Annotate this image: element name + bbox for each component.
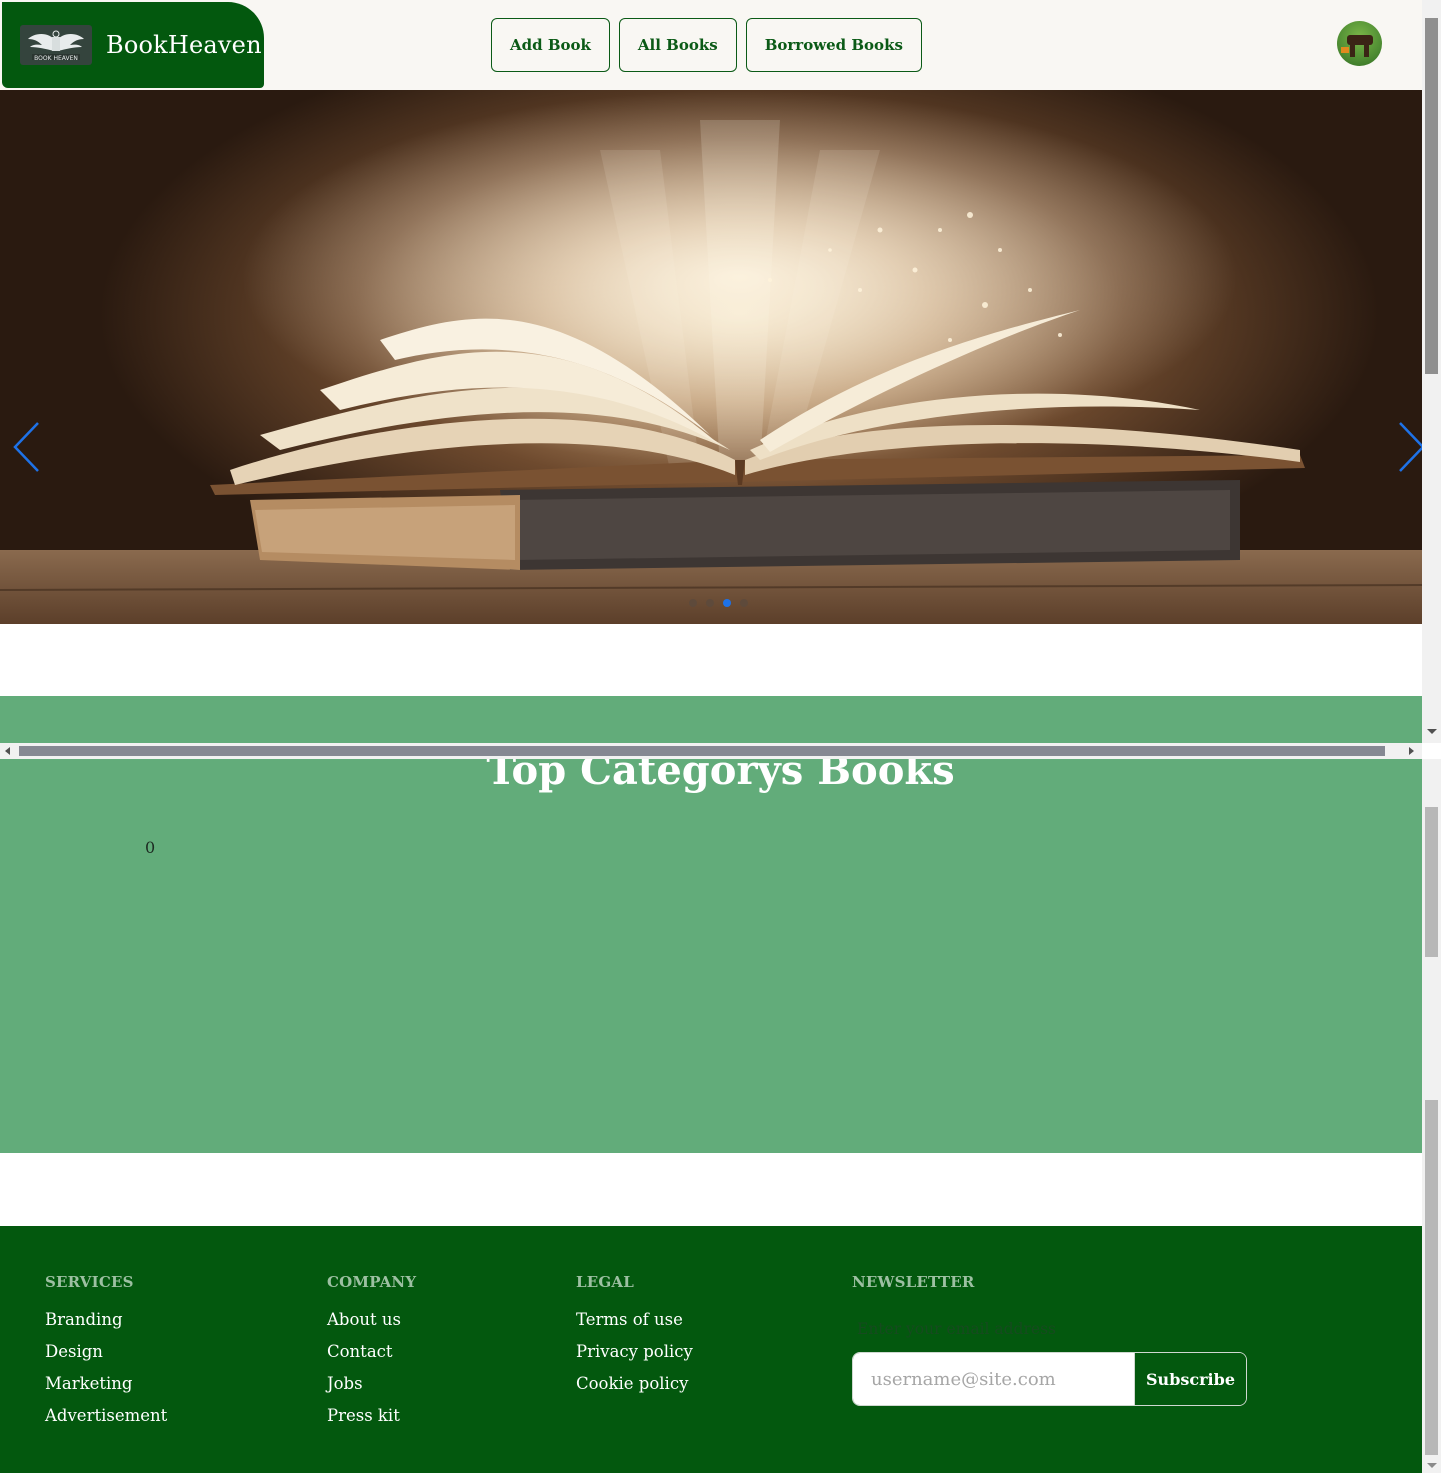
add-book-button[interactable]: Add Book xyxy=(491,18,610,72)
brand-name: BookHeaven xyxy=(106,31,262,59)
user-avatar-icon[interactable] xyxy=(1337,21,1382,66)
open-book-image xyxy=(0,90,1422,624)
footer-link-privacy-policy[interactable]: Privacy policy xyxy=(576,1341,693,1363)
footer-link-branding[interactable]: Branding xyxy=(45,1309,167,1331)
footer-legal: LEGAL Terms of use Privacy policy Cookie… xyxy=(576,1273,693,1405)
footer-link-terms-of-use[interactable]: Terms of use xyxy=(576,1309,693,1331)
categories-count: 0 xyxy=(145,838,156,857)
footer-link-press-kit[interactable]: Press kit xyxy=(327,1405,416,1427)
carousel-dot[interactable] xyxy=(706,599,714,607)
page-vertical-scrollbar[interactable] xyxy=(1422,759,1441,1473)
scroll-right-arrow-icon[interactable] xyxy=(1409,747,1414,755)
carousel-indicators xyxy=(689,599,748,607)
navbar: BOOK HEAVEN BookHeaven Add Book All Book… xyxy=(0,0,1422,90)
footer-newsletter: NEWSLETTER xyxy=(852,1273,975,1309)
newsletter-email-label: Enter your email address xyxy=(857,1320,1056,1338)
footer: SERVICES Branding Design Marketing Adver… xyxy=(0,1226,1422,1473)
horizontal-scrollbar[interactable] xyxy=(0,743,1422,759)
footer-link-design[interactable]: Design xyxy=(45,1341,167,1363)
categories-band xyxy=(0,696,1422,743)
newsletter-form: Subscribe xyxy=(852,1352,1247,1406)
footer-services-heading: SERVICES xyxy=(45,1273,134,1291)
scroll-down-arrow-icon[interactable] xyxy=(1427,1463,1437,1468)
logo-text: BOOK HEAVEN xyxy=(34,55,78,62)
footer-newsletter-heading: NEWSLETTER xyxy=(852,1273,975,1291)
winged-book-logo-icon: BOOK HEAVEN xyxy=(20,25,92,65)
scrollbar-thumb[interactable] xyxy=(1425,18,1438,374)
carousel-prev-button[interactable] xyxy=(10,420,44,474)
brand[interactable]: BOOK HEAVEN BookHeaven xyxy=(2,2,264,88)
carousel-dot[interactable] xyxy=(740,599,748,607)
categories-title: Top Categorys Books xyxy=(486,759,955,794)
vertical-scrollbar[interactable] xyxy=(1422,0,1441,743)
scrollbar-thumb[interactable] xyxy=(1425,1100,1438,1455)
scrollbar-thumb[interactable] xyxy=(19,746,1385,756)
footer-link-about-us[interactable]: About us xyxy=(327,1309,416,1331)
subscribe-button[interactable]: Subscribe xyxy=(1134,1353,1246,1405)
borrowed-books-button[interactable]: Borrowed Books xyxy=(745,18,922,72)
carousel-dot-active[interactable] xyxy=(723,599,731,607)
footer-link-jobs[interactable]: Jobs xyxy=(327,1373,416,1395)
scroll-down-arrow-icon[interactable] xyxy=(1427,729,1437,734)
footer-legal-heading: LEGAL xyxy=(576,1273,634,1291)
page: BOOK HEAVEN BookHeaven Add Book All Book… xyxy=(0,0,1441,1473)
footer-company-heading: COMPANY xyxy=(327,1273,417,1291)
chevron-right-icon xyxy=(1399,422,1422,472)
carousel-dot[interactable] xyxy=(689,599,697,607)
footer-link-cookie-policy[interactable]: Cookie policy xyxy=(576,1373,693,1395)
top-categories-section: Top Categorys Books 0 xyxy=(0,759,1422,1153)
chevron-left-icon xyxy=(13,422,39,472)
footer-link-advertisement[interactable]: Advertisement xyxy=(45,1405,167,1427)
footer-company: COMPANY About us Contact Jobs Press kit xyxy=(327,1273,416,1437)
scrollbar-thumb[interactable] xyxy=(1425,807,1438,957)
scroll-left-arrow-icon[interactable] xyxy=(5,747,10,755)
nav-links: Add Book All Books Borrowed Books xyxy=(491,18,922,72)
newsletter-email-input[interactable] xyxy=(853,1353,1134,1405)
footer-link-contact[interactable]: Contact xyxy=(327,1341,416,1363)
footer-services: SERVICES Branding Design Marketing Adver… xyxy=(45,1273,167,1437)
all-books-button[interactable]: All Books xyxy=(618,18,737,72)
carousel-next-button[interactable] xyxy=(1394,420,1422,474)
footer-link-marketing[interactable]: Marketing xyxy=(45,1373,167,1395)
hero-carousel xyxy=(0,90,1422,624)
